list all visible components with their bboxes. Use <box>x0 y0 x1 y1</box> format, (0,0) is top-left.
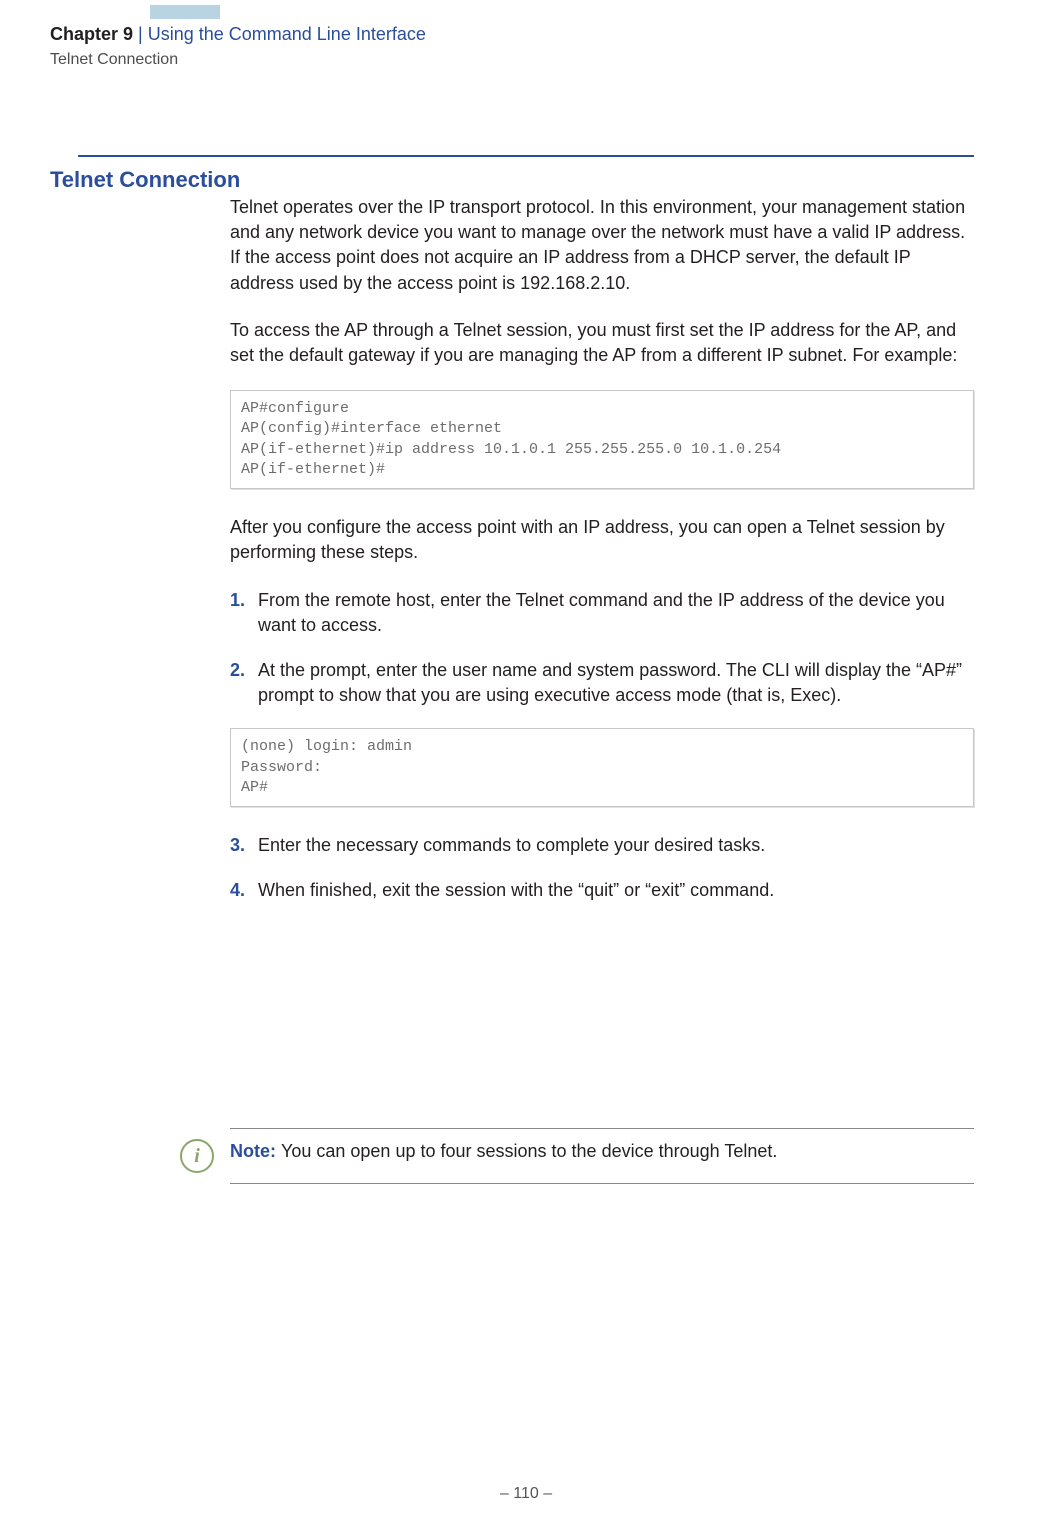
note-rule-bottom <box>230 1183 974 1184</box>
step-text: When finished, exit the session with the… <box>258 878 974 903</box>
code-block-configure: AP#configure AP(config)#interface ethern… <box>230 390 974 489</box>
chapter-title: Using the Command Line Interface <box>148 24 426 44</box>
step-1: 1. From the remote host, enter the Telne… <box>230 588 974 638</box>
step-number: 2. <box>230 658 258 708</box>
page-tab-decoration <box>150 5 220 19</box>
code-block-login: (none) login: admin Password: AP# <box>230 728 974 807</box>
step-number: 1. <box>230 588 258 638</box>
paragraph-intro: Telnet operates over the IP transport pr… <box>230 195 974 296</box>
note-label: Note: <box>230 1141 281 1161</box>
section-rule <box>78 155 974 157</box>
header-subtitle: Telnet Connection <box>50 49 1002 71</box>
step-4: 4. When finished, exit the session with … <box>230 878 974 903</box>
chapter-line: Chapter 9 | Using the Command Line Inter… <box>50 22 1002 47</box>
header-separator: | <box>133 24 148 44</box>
note-body: Note: You can open up to four sessions t… <box>230 1139 777 1164</box>
chapter-label: Chapter 9 <box>50 24 133 44</box>
step-number: 4. <box>230 878 258 903</box>
page-footer: – 110 – <box>0 1483 1052 1505</box>
step-2: 2. At the prompt, enter the user name an… <box>230 658 974 708</box>
step-3: 3. Enter the necessary commands to compl… <box>230 833 974 858</box>
info-icon: i <box>180 1139 214 1173</box>
step-text: From the remote host, enter the Telnet c… <box>258 588 974 638</box>
step-text: At the prompt, enter the user name and s… <box>258 658 974 708</box>
step-number: 3. <box>230 833 258 858</box>
page-header: Chapter 9 | Using the Command Line Inter… <box>50 22 1002 72</box>
section-title: Telnet Connection <box>50 165 240 196</box>
paragraph-steps-intro: After you configure the access point wit… <box>230 515 974 565</box>
note-callout: i Note: You can open up to four sessions… <box>180 1128 974 1184</box>
note-text: You can open up to four sessions to the … <box>281 1141 777 1161</box>
step-text: Enter the necessary commands to complete… <box>258 833 974 858</box>
main-content: Telnet operates over the IP transport pr… <box>230 195 974 923</box>
paragraph-access: To access the AP through a Telnet sessio… <box>230 318 974 368</box>
